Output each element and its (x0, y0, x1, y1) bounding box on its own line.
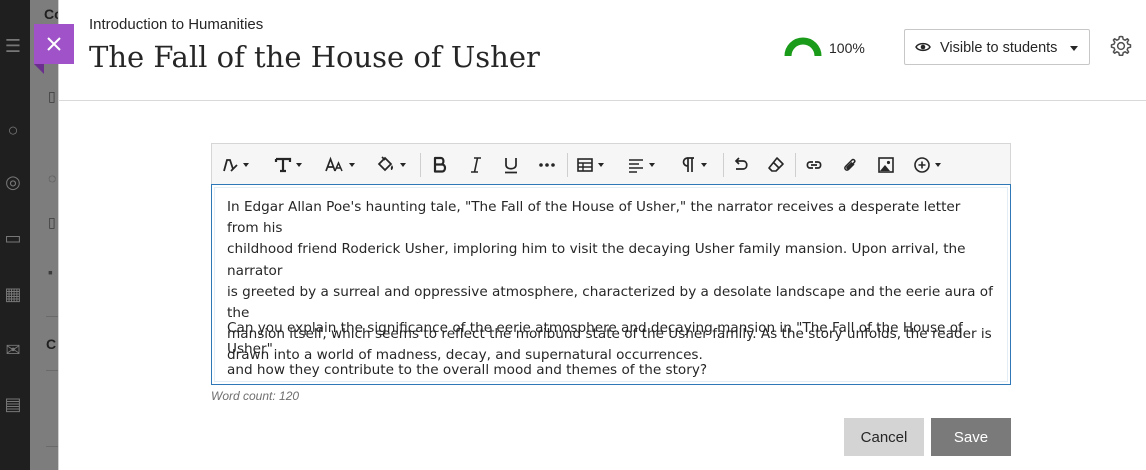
chevron-down-icon (296, 163, 302, 167)
editor-toolbar (211, 143, 1011, 184)
toolbar-divider (420, 153, 421, 177)
undo-icon (734, 157, 748, 170)
editor-paragraph: Can you explain the significance of the … (227, 318, 995, 382)
paint-bucket-icon (377, 156, 393, 172)
chevron-down-icon (243, 163, 249, 167)
page-title: The Fall of the House of Usher (89, 40, 540, 74)
pen-icon (223, 159, 238, 172)
bold-button[interactable] (431, 154, 449, 176)
visibility-dropdown[interactable]: Visible to students (904, 29, 1090, 65)
underline-button[interactable] (502, 154, 520, 176)
progress-ring-icon (784, 37, 822, 56)
attach-file-button[interactable] (841, 154, 859, 176)
chevron-down-icon (701, 163, 707, 167)
close-icon (47, 37, 61, 51)
align-icon (629, 159, 643, 173)
paperclip-icon (844, 158, 856, 171)
paragraph-style-button[interactable] (221, 154, 249, 176)
calendar-icon: ▦ (4, 284, 22, 304)
progress-label: 100% (829, 40, 865, 56)
chevron-down-icon (649, 163, 655, 167)
image-icon (878, 157, 894, 173)
editor-textarea[interactable]: In Edgar Allan Poe's haunting tale, "The… (211, 184, 1011, 385)
italic-icon (471, 157, 481, 173)
plus-circle-icon (914, 157, 930, 173)
toolbar-divider (567, 153, 568, 177)
gear-icon[interactable] (1109, 34, 1133, 58)
pilcrow-icon (682, 157, 694, 172)
panel-header: Introduction to Humanities The Fall of t… (59, 0, 1146, 101)
insert-content-button[interactable] (913, 154, 941, 176)
mail-icon: ✉ (5, 340, 21, 360)
link-icon (806, 161, 822, 169)
chevron-down-icon (349, 163, 355, 167)
edit-panel: Introduction to Humanities The Fall of t… (58, 0, 1146, 470)
globe-icon: ◎ (5, 172, 21, 192)
progress-arc (784, 37, 822, 56)
word-count: Word count: 120 (211, 389, 300, 403)
align-button[interactable] (627, 154, 655, 176)
background-nav-icon: ▭ (4, 228, 22, 248)
rich-text-editor: In Edgar Allan Poe's haunting tale, "The… (211, 143, 1011, 385)
chevron-down-icon (1070, 46, 1078, 51)
close-tab-fold (34, 64, 44, 74)
editor-line: and how they contribute to the overall m… (227, 362, 708, 379)
clear-formatting-button[interactable] (767, 154, 785, 176)
text-format-icon (274, 157, 292, 173)
editor-line: In Edgar Allan Poe's haunting tale, "The… (227, 199, 961, 237)
chevron-down-icon (935, 163, 941, 167)
insert-image-button[interactable] (877, 154, 895, 176)
chevron-down-icon (400, 163, 406, 167)
eraser-icon (768, 157, 784, 172)
chevron-down-icon (598, 163, 604, 167)
paragraph-button[interactable] (679, 154, 707, 176)
save-button[interactable]: Save (931, 418, 1011, 456)
font-size-button[interactable] (325, 154, 355, 176)
visibility-label: Visible to students (940, 40, 1058, 56)
background-nav-icon: ▤ (4, 394, 22, 414)
text-format-button[interactable] (274, 154, 302, 176)
editor-line: Can you explain the significance of the … (227, 320, 963, 358)
insert-link-button[interactable] (805, 154, 823, 176)
eye-icon (915, 42, 931, 52)
italic-button[interactable] (467, 154, 485, 176)
more-options-button[interactable] (538, 154, 556, 176)
background-section-heading: C (46, 336, 57, 352)
more-icon (539, 163, 555, 167)
course-name: Introduction to Humanities (89, 16, 264, 33)
text-color-button[interactable] (376, 154, 406, 176)
background-nav-icon: ○ (7, 120, 19, 140)
undo-button[interactable] (732, 154, 750, 176)
table-button[interactable] (576, 154, 604, 176)
background-nav-rail: ☰ ○ ◎ ▭ ▦ ✉ ▤ (0, 0, 30, 470)
background-nav-icon: ☰ (4, 36, 22, 56)
bold-icon (433, 156, 447, 173)
font-size-icon (325, 156, 343, 172)
toolbar-divider (723, 153, 724, 177)
close-panel-button[interactable] (34, 24, 74, 64)
underline-icon (505, 158, 517, 174)
editor-line: childhood friend Roderick Usher, implori… (227, 241, 966, 279)
cancel-button[interactable]: Cancel (844, 418, 924, 456)
toolbar-divider (795, 153, 796, 177)
table-icon (577, 158, 593, 172)
